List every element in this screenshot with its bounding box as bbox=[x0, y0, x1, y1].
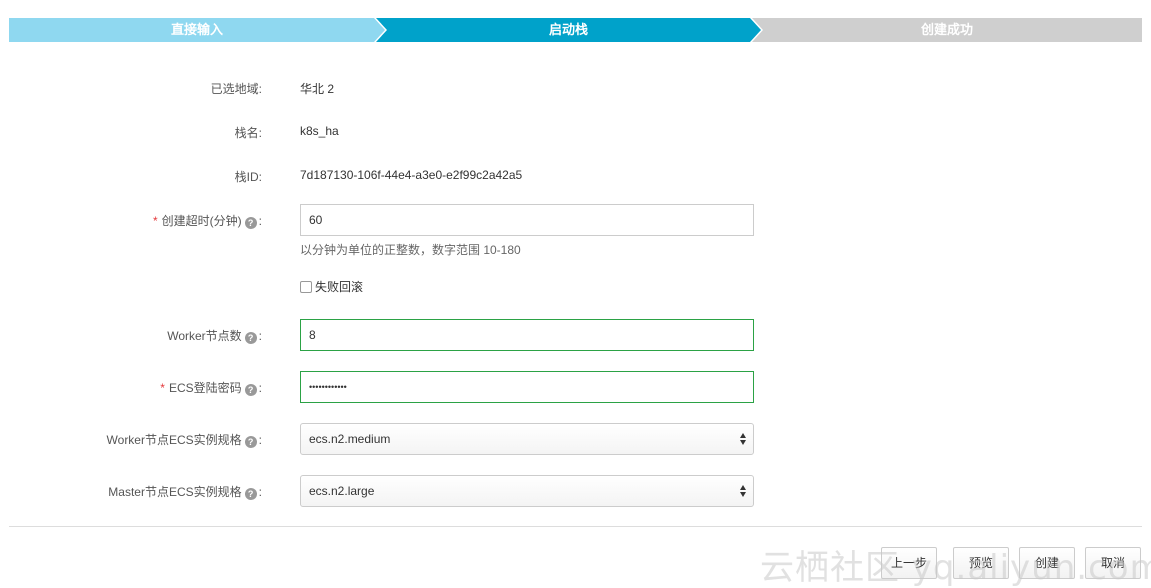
region-label: 已选地域: bbox=[210, 82, 262, 96]
help-icon[interactable]: ? bbox=[244, 384, 257, 396]
step-label: 创建成功 bbox=[920, 22, 973, 37]
footer-divider bbox=[9, 526, 1142, 527]
stack-id-label: 栈ID: bbox=[234, 170, 262, 184]
label-colon: : bbox=[258, 485, 262, 499]
label-colon: : bbox=[258, 329, 262, 343]
step-label: 直接输入 bbox=[170, 22, 223, 37]
required-mark: * bbox=[152, 214, 158, 228]
worker-instance-type-label: Worker节点ECS实例规格 bbox=[106, 433, 242, 447]
timeout-label-group: * 创建超时(分钟)?: bbox=[153, 212, 262, 229]
label-colon: : bbox=[258, 381, 262, 395]
timeout-label: 创建超时(分钟) bbox=[161, 214, 242, 228]
stack-name-label: 栈名: bbox=[234, 126, 262, 140]
cancel-button[interactable]: 取消 bbox=[1085, 547, 1141, 579]
timeout-hint: 以分钟为单位的正整数，数字范围 10-180 bbox=[300, 243, 521, 257]
preview-button[interactable]: 预览 bbox=[953, 547, 1009, 579]
label-colon: : bbox=[258, 214, 262, 228]
worker-count-input[interactable]: 8 bbox=[300, 319, 754, 351]
worker-instance-type-label-group: Worker节点ECS实例规格?: bbox=[107, 431, 262, 448]
step-label: 启动栈 bbox=[548, 22, 588, 37]
master-instance-type-select[interactable]: ecs.n2.large bbox=[300, 475, 754, 507]
rollback-checkbox[interactable] bbox=[300, 280, 312, 293]
wizard-stepper: 创建成功 启动栈 直接输入 bbox=[9, 18, 1142, 42]
step-launch-stack: 启动栈 bbox=[376, 18, 761, 42]
select-arrows-icon bbox=[740, 484, 748, 498]
help-icon[interactable]: ? bbox=[244, 488, 257, 500]
ecs-password-label: ECS登陆密码 bbox=[168, 381, 242, 395]
worker-count-label-group: Worker节点数?: bbox=[167, 327, 262, 344]
rollback-label: 失败回滚 bbox=[315, 280, 364, 294]
timeout-input[interactable]: 60 bbox=[300, 204, 754, 236]
worker-instance-type-select[interactable]: ecs.n2.medium bbox=[300, 423, 754, 455]
rollback-option[interactable]: 失败回滚 bbox=[300, 278, 363, 295]
help-icon[interactable]: ? bbox=[244, 436, 257, 448]
ecs-password-input[interactable]: •••••••••••• bbox=[300, 371, 754, 403]
help-icon[interactable]: ? bbox=[244, 332, 257, 344]
master-instance-type-value: ecs.n2.large bbox=[309, 484, 375, 498]
select-arrows-icon bbox=[740, 432, 748, 446]
label-colon: : bbox=[258, 433, 262, 447]
create-button[interactable]: 创建 bbox=[1019, 547, 1075, 579]
stack-id-value: 7d187130-106f-44e4-a3e0-e2f99c2a42a5 bbox=[300, 168, 523, 182]
stack-name-value: k8s_ha bbox=[300, 124, 339, 138]
master-instance-type-label-group: Master节点ECS实例规格?: bbox=[108, 483, 262, 500]
ecs-password-label-group: * ECS登陆密码?: bbox=[160, 379, 262, 396]
prev-step-button[interactable]: 上一步 bbox=[881, 547, 937, 579]
help-icon[interactable]: ? bbox=[244, 217, 257, 229]
step-create-success: 创建成功 bbox=[752, 18, 1142, 42]
required-mark: * bbox=[160, 381, 165, 395]
step-direct-input[interactable]: 直接输入 bbox=[9, 18, 385, 42]
worker-count-label: Worker节点数 bbox=[167, 329, 242, 343]
master-instance-type-label: Master节点ECS实例规格 bbox=[108, 485, 242, 499]
region-value: 华北 2 bbox=[300, 82, 335, 96]
worker-instance-type-value: ecs.n2.medium bbox=[309, 432, 391, 446]
